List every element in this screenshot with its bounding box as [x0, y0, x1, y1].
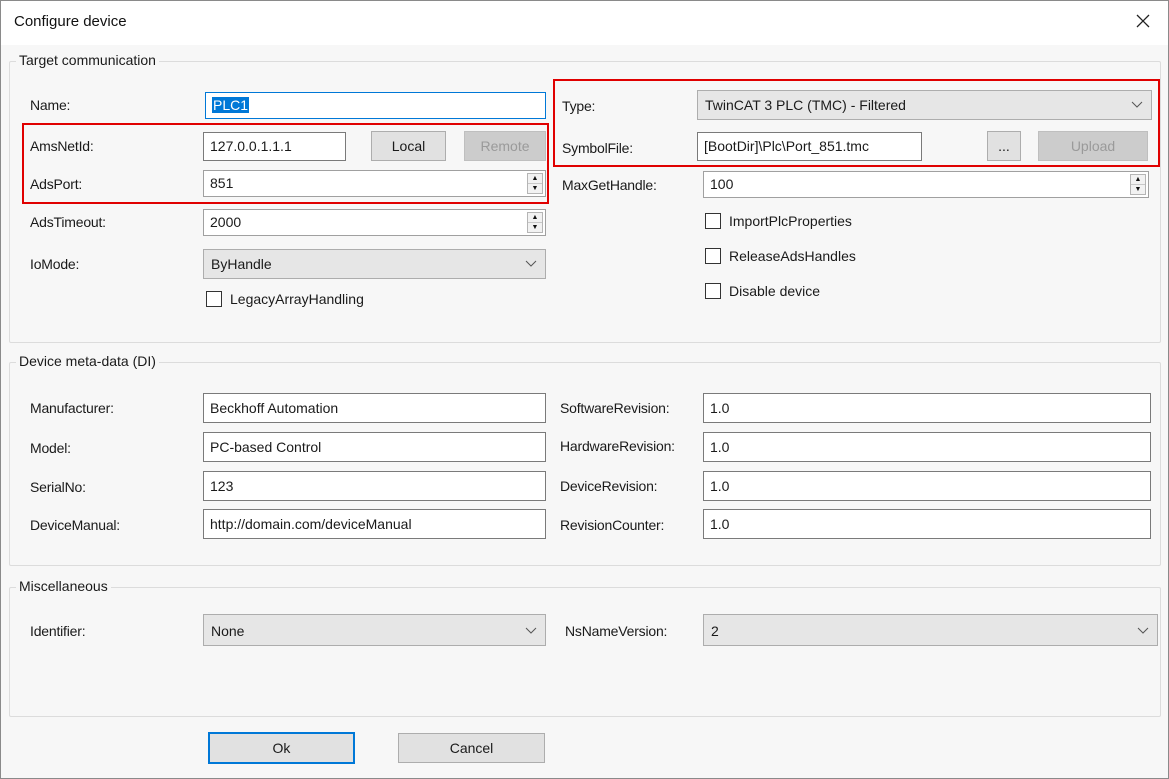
iomode-label: IoMode:	[30, 256, 80, 272]
nsnameversion-label: NsNameVersion:	[565, 623, 668, 639]
import-plc-properties-box[interactable]	[705, 213, 721, 229]
hardwarerevision-label: HardwareRevision:	[560, 438, 675, 454]
maxgethandle-spinner[interactable]: 100 ▲ ▼	[703, 171, 1149, 198]
disable-device-box[interactable]	[705, 283, 721, 299]
adsport-label: AdsPort:	[30, 176, 83, 192]
release-ads-handles-checkbox[interactable]: ReleaseAdsHandles	[705, 248, 856, 264]
iomode-dropdown[interactable]: ByHandle	[203, 249, 546, 279]
chevron-down-icon	[525, 627, 537, 634]
model-input[interactable]: PC-based Control	[203, 432, 546, 462]
adsport-spin-buttons[interactable]: ▲ ▼	[527, 173, 543, 194]
maxgethandle-spin-buttons[interactable]: ▲ ▼	[1130, 174, 1146, 195]
remote-button[interactable]: Remote	[464, 131, 546, 161]
type-dropdown[interactable]: TwinCAT 3 PLC (TMC) - Filtered	[697, 90, 1152, 120]
legacy-array-handling-label: LegacyArrayHandling	[230, 291, 364, 307]
spin-up-icon[interactable]: ▲	[1131, 175, 1145, 184]
maxgethandle-value: 100	[710, 176, 734, 192]
spin-down-icon[interactable]: ▼	[528, 183, 542, 193]
name-value: PLC1	[212, 97, 250, 113]
serialno-label: SerialNo:	[30, 479, 86, 495]
symbolfile-label: SymbolFile:	[562, 140, 633, 156]
devicerevision-label: DeviceRevision:	[560, 478, 658, 494]
identifier-value: None	[211, 623, 245, 639]
adstimeout-spinner[interactable]: 2000 ▲ ▼	[203, 209, 546, 236]
device-meta-legend: Device meta-data (DI)	[16, 353, 159, 369]
adsport-spinner[interactable]: 851 ▲ ▼	[203, 170, 546, 197]
devicemanual-input[interactable]: http://domain.com/deviceManual	[203, 509, 546, 539]
chevron-down-icon	[1131, 101, 1143, 108]
spin-up-icon[interactable]: ▲	[528, 213, 542, 222]
hardwarerevision-input[interactable]: 1.0	[703, 432, 1151, 462]
name-input[interactable]: PLC1	[205, 92, 546, 119]
release-ads-handles-label: ReleaseAdsHandles	[729, 248, 856, 264]
miscellaneous-group: Miscellaneous	[9, 578, 1161, 717]
amsnetid-input[interactable]: 127.0.0.1.1.1	[203, 132, 346, 161]
target-communication-legend: Target communication	[16, 52, 159, 68]
disable-device-label: Disable device	[729, 283, 821, 299]
amsnetid-label: AmsNetId:	[30, 138, 94, 154]
revisioncounter-input[interactable]: 1.0	[703, 509, 1151, 539]
adstimeout-value: 2000	[210, 214, 242, 230]
cancel-button[interactable]: Cancel	[398, 733, 545, 763]
import-plc-properties-checkbox[interactable]: ImportPlcProperties	[705, 213, 852, 229]
upload-button[interactable]: Upload	[1038, 131, 1148, 161]
browse-button[interactable]: ...	[987, 131, 1021, 161]
local-button[interactable]: Local	[371, 131, 446, 161]
miscellaneous-legend: Miscellaneous	[16, 578, 111, 594]
configure-device-dialog: Configure device Target communication Na…	[0, 0, 1169, 779]
close-icon	[1136, 14, 1150, 28]
import-plc-properties-label: ImportPlcProperties	[729, 213, 852, 229]
symbolfile-input[interactable]: [BootDir]\Plc\Port_851.tmc	[697, 132, 922, 161]
softwarerevision-input[interactable]: 1.0	[703, 393, 1151, 423]
ok-button[interactable]: Ok	[208, 732, 355, 764]
disable-device-checkbox[interactable]: Disable device	[705, 283, 820, 299]
release-ads-handles-box[interactable]	[705, 248, 721, 264]
legacy-array-handling-box[interactable]	[206, 291, 222, 307]
manufacturer-input[interactable]: Beckhoff Automation	[203, 393, 546, 423]
adstimeout-spin-buttons[interactable]: ▲ ▼	[527, 212, 543, 233]
name-label: Name:	[30, 97, 71, 113]
legacy-array-handling-checkbox[interactable]: LegacyArrayHandling	[206, 291, 364, 307]
title-bar: Configure device	[1, 1, 1168, 45]
serialno-input[interactable]: 123	[203, 471, 546, 501]
nsnameversion-dropdown[interactable]: 2	[703, 614, 1158, 646]
spin-up-icon[interactable]: ▲	[528, 174, 542, 183]
model-label: Model:	[30, 440, 71, 456]
iomode-value: ByHandle	[211, 256, 272, 272]
window-title: Configure device	[14, 13, 127, 30]
spin-down-icon[interactable]: ▼	[528, 222, 542, 232]
close-button[interactable]	[1132, 10, 1154, 32]
chevron-down-icon	[1137, 627, 1149, 634]
devicemanual-label: DeviceManual:	[30, 517, 120, 533]
manufacturer-label: Manufacturer:	[30, 400, 114, 416]
maxgethandle-label: MaxGetHandle:	[562, 177, 657, 193]
devicerevision-input[interactable]: 1.0	[703, 471, 1151, 501]
chevron-down-icon	[525, 260, 537, 267]
adsport-value: 851	[210, 175, 234, 191]
identifier-dropdown[interactable]: None	[203, 614, 546, 646]
adstimeout-label: AdsTimeout:	[30, 214, 106, 230]
nsnameversion-value: 2	[711, 623, 719, 639]
type-label: Type:	[562, 98, 596, 114]
revisioncounter-label: RevisionCounter:	[560, 517, 665, 533]
spin-down-icon[interactable]: ▼	[1131, 184, 1145, 194]
softwarerevision-label: SoftwareRevision:	[560, 400, 670, 416]
type-value: TwinCAT 3 PLC (TMC) - Filtered	[705, 97, 906, 113]
identifier-label: Identifier:	[30, 623, 86, 639]
